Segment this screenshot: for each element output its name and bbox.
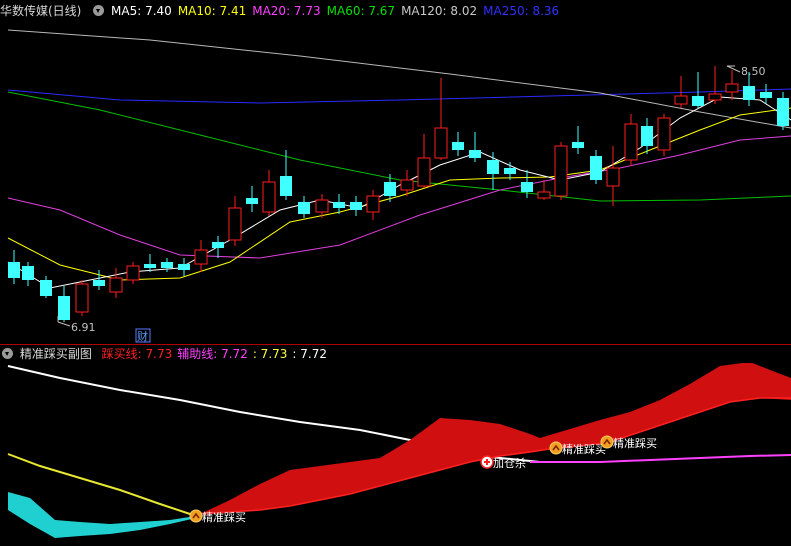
signal-marker[interactable]: 精准踩买 bbox=[600, 435, 657, 450]
candlestick bbox=[434, 78, 448, 160]
candlestick bbox=[161, 258, 173, 272]
finance-marker[interactable]: 财 bbox=[135, 328, 151, 343]
sub-indicator-toggle-icon[interactable] bbox=[2, 348, 13, 359]
cyan-band bbox=[8, 492, 196, 538]
candlestick bbox=[228, 196, 242, 246]
candlestick bbox=[126, 262, 140, 284]
candlestick bbox=[417, 134, 431, 188]
candlestick bbox=[590, 150, 602, 184]
candlestick bbox=[469, 132, 481, 162]
aux-line bbox=[530, 454, 791, 463]
candlestick bbox=[58, 286, 70, 322]
low-price-label: 6.91 bbox=[71, 321, 96, 334]
ma250-line bbox=[7, 88, 791, 104]
sub-chart-title: 精准踩买副图 bbox=[19, 347, 92, 361]
high-price-marker: 8.50 bbox=[726, 65, 766, 78]
ma20-line bbox=[7, 135, 791, 259]
ma5-line bbox=[7, 96, 791, 289]
candlestick bbox=[692, 72, 704, 108]
candlestick bbox=[298, 196, 310, 218]
candlestick bbox=[22, 262, 34, 286]
candlestick bbox=[487, 152, 499, 190]
sub-indicator-value: : 7.72 bbox=[292, 347, 327, 361]
signal-marker[interactable]: 精准踩买 bbox=[549, 441, 606, 456]
ma60-line bbox=[7, 91, 791, 202]
signal-label: 精准踩买 bbox=[613, 437, 657, 450]
candlesticks bbox=[8, 66, 789, 322]
candlestick bbox=[75, 280, 89, 316]
candlestick bbox=[8, 250, 20, 284]
candlestick bbox=[109, 268, 123, 298]
candlestick bbox=[212, 236, 224, 258]
candlestick bbox=[554, 142, 568, 200]
signal-marker[interactable]: 加仓杀 bbox=[480, 455, 526, 470]
candlestick bbox=[624, 114, 638, 166]
candlestick bbox=[657, 114, 671, 156]
sub-indicator-chart[interactable]: 精准踩买加仓杀精准踩买 精准踩买 bbox=[0, 363, 791, 546]
sub-indicator-value: 踩买线: 7.73 bbox=[101, 347, 173, 361]
candlestick bbox=[606, 146, 620, 206]
finance-marker-label: 财 bbox=[137, 329, 148, 343]
ma120-line bbox=[7, 29, 791, 129]
candlestick bbox=[708, 66, 722, 104]
sub-indicator-value: 辅助线: 7.72 bbox=[177, 347, 248, 361]
candlestick bbox=[537, 180, 551, 200]
sub-indicator-list: 踩买线: 7.73 辅助线: 7.72 : 7.73 : 7.72 bbox=[102, 347, 332, 361]
sub-indicator-value: : 7.73 bbox=[252, 347, 288, 361]
candlestick bbox=[572, 126, 584, 154]
candlestick bbox=[144, 254, 156, 272]
signal-label: 精准踩买 bbox=[562, 443, 606, 456]
candlestick bbox=[366, 190, 380, 220]
red-band bbox=[196, 363, 791, 516]
candlestick-chart[interactable]: 8.50 6.91 财 bbox=[0, 14, 791, 344]
candlestick bbox=[93, 270, 105, 290]
candlestick bbox=[452, 132, 464, 156]
moving-average-lines bbox=[7, 29, 791, 289]
candlestick bbox=[641, 118, 653, 154]
candlestick bbox=[262, 170, 276, 216]
candlestick bbox=[178, 258, 190, 276]
high-price-label: 8.50 bbox=[741, 65, 766, 78]
candlestick bbox=[40, 276, 52, 298]
candlestick bbox=[194, 240, 208, 272]
sub-chart-header: 精准踩买副图 踩买线: 7.73 辅助线: 7.72 : 7.73 : 7.72 bbox=[0, 345, 337, 363]
signal-label: 精准踩买 bbox=[202, 511, 246, 524]
signal-label: 加仓杀 bbox=[493, 456, 526, 470]
candlestick bbox=[350, 196, 362, 216]
signal-marker[interactable]: 精准踩买 bbox=[189, 509, 246, 524]
ma10-line bbox=[7, 107, 791, 281]
indicator-bands bbox=[7, 363, 791, 538]
candlestick bbox=[725, 70, 739, 100]
candlestick bbox=[246, 186, 258, 212]
candlestick bbox=[777, 92, 789, 130]
